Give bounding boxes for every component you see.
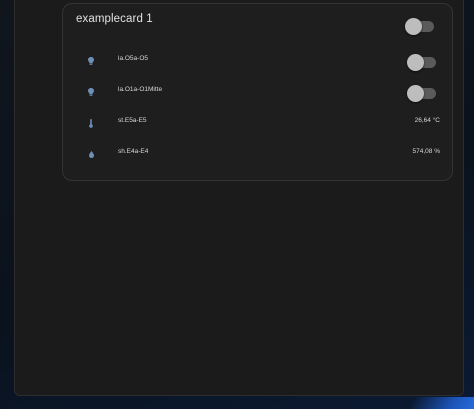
entity-label: sh.E4a-E4 xyxy=(118,148,149,155)
water-drop-icon xyxy=(86,147,96,161)
desktop-wallpaper-accent xyxy=(405,397,474,409)
entity-toggle[interactable] xyxy=(407,54,436,71)
entity-value: 26,64 °C xyxy=(414,117,440,124)
thermometer-icon xyxy=(86,116,96,130)
entity-row-la-o5a-o5[interactable]: la.O5a-O5 xyxy=(63,49,452,73)
entity-value: 574,08 % xyxy=(412,148,440,155)
lightbulb-icon xyxy=(86,54,96,68)
lightbulb-icon xyxy=(86,85,96,99)
toggle-knob xyxy=(405,18,422,35)
entity-toggle[interactable] xyxy=(407,85,436,102)
entity-label: la.O1a-O1Mitte xyxy=(118,86,163,93)
entity-row-la-o1a-o1mitte[interactable]: la.O1a-O1Mitte xyxy=(63,80,452,104)
entity-label: st.E5a-E5 xyxy=(118,117,147,124)
entities-card: examplecard 1 la.O5a-O5 la.O1a-O1Mitte s… xyxy=(62,3,453,181)
card-title: examplecard 1 xyxy=(76,13,153,25)
entity-row-st-e5a-e5[interactable]: st.E5a-E5 26,64 °C xyxy=(63,111,452,135)
entity-row-sh-e4a-e4[interactable]: sh.E4a-E4 574,08 % xyxy=(63,142,452,166)
toggle-knob xyxy=(407,85,424,102)
entity-label: la.O5a-O5 xyxy=(118,55,148,62)
toggle-knob xyxy=(407,54,424,71)
card-header-toggle[interactable] xyxy=(405,18,434,35)
